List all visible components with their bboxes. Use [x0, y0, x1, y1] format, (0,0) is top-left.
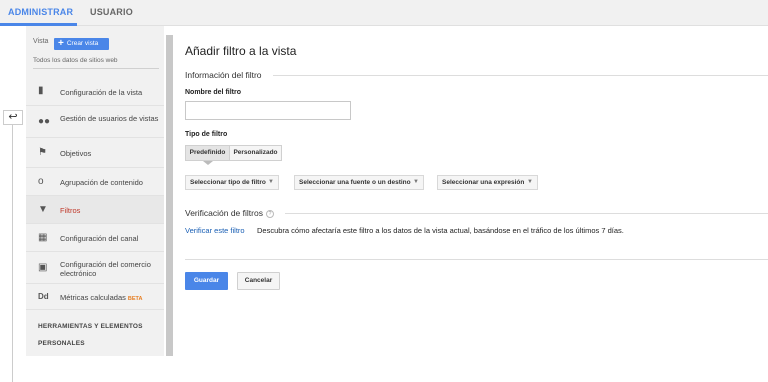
chevron-down-icon: ▼: [527, 179, 533, 185]
sidebar-item-label: Gestión de usuarios de vistas: [60, 114, 159, 123]
dd-icon: Dd: [38, 292, 49, 301]
beta-badge: BETA: [127, 296, 143, 302]
sidebar-item-label: Agrupación de contenido: [60, 178, 143, 187]
sidebar-item-label: Filtros: [60, 206, 81, 215]
sidebar-item-label: Métricas calculadas BETA: [60, 293, 143, 302]
cart-icon: ▣: [38, 262, 48, 273]
verify-heading: Verificación de filtros?: [185, 208, 274, 218]
help-icon[interactable]: ?: [265, 210, 274, 218]
create-view-button[interactable]: + Crear vista: [54, 38, 109, 50]
tab-usuario[interactable]: USUARIO: [90, 7, 133, 17]
filter-icon: ▼: [38, 204, 48, 215]
filter-type-dropdown[interactable]: Seleccionar tipo de filtro ▼: [185, 175, 279, 190]
filter-name-label: Nombre del filtro: [185, 89, 242, 96]
plus-icon: +: [58, 38, 64, 49]
sidebar: Vista + Crear vista Todos los datos de si…: [26, 26, 164, 356]
sidebar-item-view-settings[interactable]: ▮ Configuración de la vista: [26, 78, 164, 106]
flag-icon: ⚑: [38, 147, 47, 158]
tab-administrar[interactable]: ADMINISTRAR: [8, 7, 73, 17]
divider: [285, 213, 768, 214]
sidebar-item-user-management[interactable]: ●● Gestión de usuarios de vistas: [26, 106, 164, 138]
divider: [273, 75, 768, 76]
left-gutter: ↩: [0, 26, 26, 382]
top-tab-bar: ADMINISTRAR USUARIO: [0, 0, 768, 26]
chevron-down-icon: ▼: [413, 179, 419, 185]
expression-dropdown[interactable]: Seleccionar una expresión ▼: [437, 175, 538, 190]
sidebar-item-channel-settings[interactable]: ▦ Configuración del canal: [26, 224, 164, 252]
save-button[interactable]: Guardar: [185, 272, 228, 290]
sidebar-section-heading-cont: PERSONALES: [38, 340, 85, 347]
sidebar-item-ecommerce-settings[interactable]: ▣ Configuración del comercio electrónico: [26, 252, 164, 284]
sidebar-item-label: Configuración de la vista: [60, 88, 143, 97]
dropdown-label: Seleccionar una expresión: [442, 179, 525, 186]
sidebar-item-content-grouping[interactable]: ᴏ Agrupación de contenido: [26, 168, 164, 196]
sidebar-item-label: Objetivos: [60, 149, 92, 158]
chevron-down-icon: ▼: [268, 179, 274, 185]
filter-info-heading: Información del filtro: [185, 70, 262, 80]
selected-pointer: [203, 161, 213, 165]
view-selector[interactable]: Todos los datos de sitios web: [33, 57, 159, 69]
sidebar-item-filters[interactable]: ▼ Filtros: [26, 196, 164, 224]
sidebar-item-label: Configuración del canal: [60, 234, 139, 243]
document-icon: ▮: [38, 85, 44, 96]
vista-label: Vista: [33, 38, 49, 45]
gutter-divider: [12, 125, 13, 382]
filter-type-label: Tipo de filtro: [185, 131, 228, 138]
page-title: Añadir filtro a la vista: [185, 44, 297, 58]
create-view-label: Crear vista: [66, 40, 99, 47]
dropdown-label: Seleccionar tipo de filtro: [190, 179, 266, 186]
filter-name-input[interactable]: [185, 101, 351, 120]
verify-description: Descubra cómo afectaría este filtro a lo…: [257, 226, 624, 235]
users-icon: ●●: [38, 116, 51, 127]
predefined-toggle[interactable]: Predefinido: [185, 145, 230, 161]
source-destination-dropdown[interactable]: Seleccionar una fuente o un destino ▼: [294, 175, 424, 190]
custom-toggle[interactable]: Personalizado: [229, 145, 282, 161]
divider: [185, 259, 768, 260]
sidebar-section-heading: HERRAMIENTAS Y ELEMENTOS: [38, 323, 143, 330]
sidebar-scrollbar[interactable]: [166, 35, 173, 356]
back-arrow-icon[interactable]: ↩: [3, 110, 23, 125]
channel-icon: ▦: [38, 232, 48, 243]
sidebar-item-goals[interactable]: ⚑ Objetivos: [26, 138, 164, 168]
sidebar-item-label: Configuración del comercio electrónico: [60, 260, 151, 278]
verify-filter-link[interactable]: Verificar este filtro: [185, 226, 245, 235]
sidebar-item-calculated-metrics[interactable]: Dd Métricas calculadas BETA: [26, 284, 164, 310]
grouping-icon: ᴏ: [38, 176, 44, 187]
cancel-button[interactable]: Cancelar: [237, 272, 280, 290]
dropdown-label: Seleccionar una fuente o un destino: [299, 179, 411, 186]
